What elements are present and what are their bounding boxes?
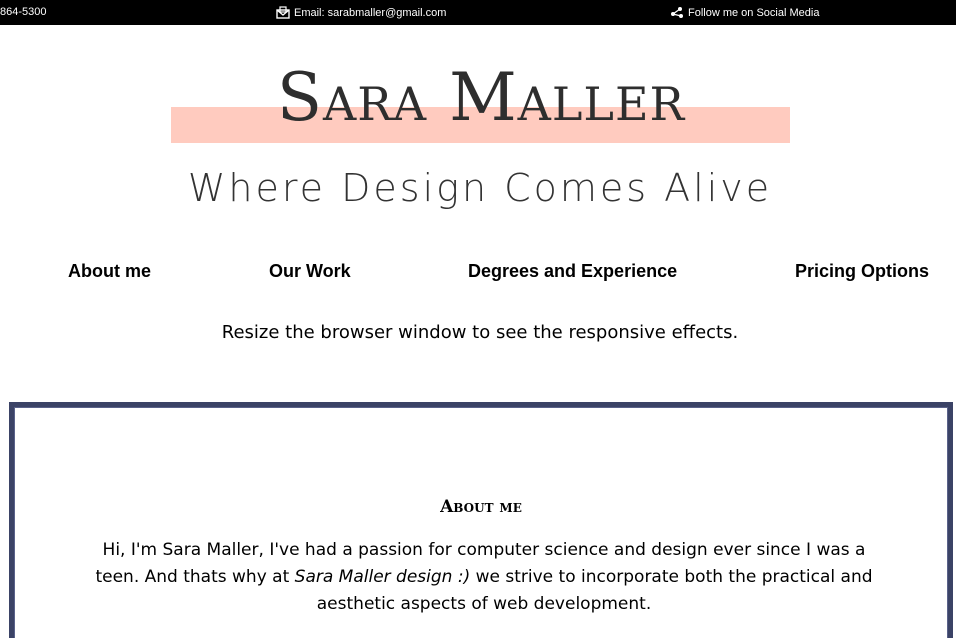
about-title: About me bbox=[440, 497, 522, 517]
email-text: Email: sarabmaller@gmail.com bbox=[294, 6, 447, 19]
nav-about-me[interactable]: About me bbox=[68, 261, 151, 282]
top-contact-bar: 864-5300 Email: sarabmaller@gmail.com Fo… bbox=[0, 0, 956, 25]
social-media-link[interactable]: Follow me on Social Media bbox=[670, 6, 819, 19]
logo-text: Sara Maller bbox=[276, 59, 686, 136]
site-logo[interactable]: Sara Maller bbox=[171, 56, 791, 148]
site-tagline: Where Design Comes Alive bbox=[187, 166, 773, 210]
nav-our-work[interactable]: Our Work bbox=[269, 261, 351, 282]
about-section: About me Hi, I'm Sara Maller, I've had a… bbox=[9, 402, 953, 638]
phone-number: 864-5300 bbox=[0, 6, 47, 18]
envelope-icon bbox=[276, 6, 290, 19]
phone-contact[interactable]: 864-5300 bbox=[0, 6, 47, 18]
responsive-notice: Resize the browser window to see the res… bbox=[221, 322, 739, 343]
about-brand-emphasis: Sara Maller design :) bbox=[294, 567, 471, 587]
social-text: Follow me on Social Media bbox=[688, 6, 820, 19]
nav-pricing-options[interactable]: Pricing Options bbox=[795, 261, 929, 282]
social-share-icon bbox=[670, 6, 684, 19]
nav-degrees-experience[interactable]: Degrees and Experience bbox=[468, 261, 677, 282]
email-contact[interactable]: Email: sarabmaller@gmail.com bbox=[276, 6, 446, 19]
about-paragraph: Hi, I'm Sara Maller, I've had a passion … bbox=[84, 537, 884, 618]
